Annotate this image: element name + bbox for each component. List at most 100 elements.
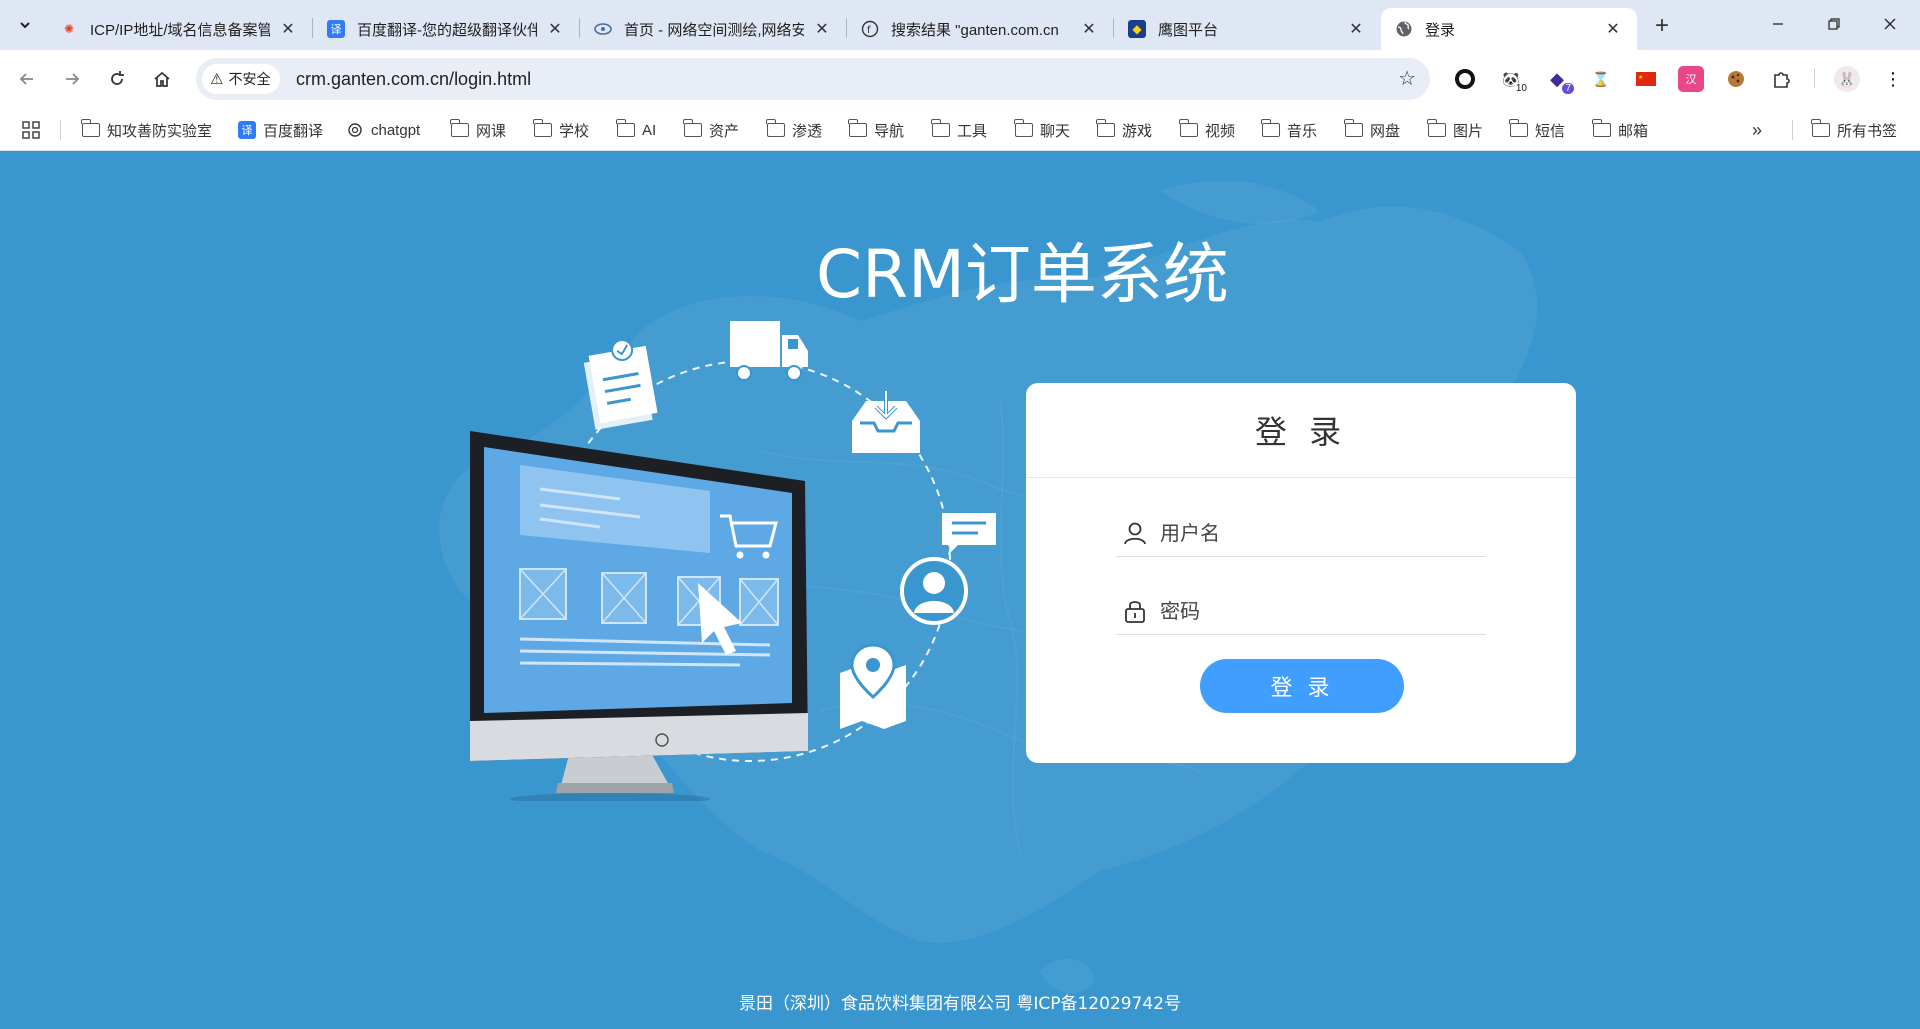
login-card: 登 录 登 录 [1026, 383, 1576, 763]
icp-icon: ✺ [63, 22, 75, 36]
tab-cyberspace[interactable]: 首页 - 网络空间测绘,网络安 ✕ [580, 8, 846, 50]
bookmark-item[interactable]: 渗透 [766, 118, 823, 142]
bookmark-star-icon[interactable]: ☆ [1398, 66, 1416, 91]
bookmark-label: 音乐 [1287, 122, 1318, 140]
username-input[interactable] [1160, 520, 1486, 545]
close-icon[interactable]: ✕ [1346, 19, 1366, 39]
bookmark-item[interactable]: 视频 [1179, 118, 1235, 142]
bookmark-divider [1792, 120, 1793, 140]
bookmark-label: 资产 [709, 122, 740, 140]
login-button[interactable]: 登 录 [1200, 659, 1404, 713]
password-input[interactable] [1160, 598, 1486, 623]
bookmark-label: 渗透 [792, 122, 823, 140]
folder-icon [1344, 119, 1363, 138]
extension-panda-icon[interactable]: 🐼 10 [1498, 66, 1528, 94]
tab-hawk[interactable]: ◆ 鹰图平台 ✕ [1114, 8, 1380, 50]
close-icon[interactable]: ✕ [278, 19, 298, 39]
bookmark-label: 游戏 [1122, 122, 1153, 140]
new-tab-button[interactable]: + [1648, 12, 1676, 40]
folder-icon [766, 119, 785, 138]
close-icon[interactable]: ✕ [812, 19, 832, 39]
reload-button[interactable] [100, 62, 134, 96]
hawk-icon: ◆ [1128, 20, 1146, 38]
address-bar[interactable]: ⚠ 不安全 crm.ganten.com.cn/login.html ☆ [196, 58, 1430, 100]
bookmark-item[interactable]: 知攻善防实验室 [81, 118, 212, 142]
bookmark-item[interactable]: 音乐 [1261, 118, 1318, 142]
browser-toolbar: ⚠ 不安全 crm.ganten.com.cn/login.html ☆ 🐼 1… [0, 50, 1920, 108]
bookmark-item[interactable]: 译百度翻译 [238, 118, 323, 142]
all-bookmarks-label: 所有书签 [1837, 122, 1898, 140]
restore-icon [1828, 18, 1840, 30]
forward-button[interactable] [55, 62, 89, 96]
eye-icon [594, 20, 612, 38]
bookmark-item[interactable]: 邮箱 [1592, 118, 1648, 142]
apps-grid-icon [22, 121, 40, 139]
bookmarks-bar: 知攻善防实验室 译百度翻译 chatgpt 网课 学校 AI 资产 渗透 导航 … [0, 108, 1920, 151]
extension-cookie-icon[interactable] [1723, 66, 1749, 92]
bookmark-item[interactable]: 聊天 [1014, 118, 1070, 142]
close-icon[interactable]: ✕ [1603, 19, 1623, 39]
tab-search-results[interactable]: f 搜索结果 "ganten.com.cn ✕ [847, 8, 1113, 50]
tab-title: ICP/IP地址/域名信息备案管 [90, 21, 270, 39]
tab-login[interactable]: 登录 ✕ [1381, 8, 1637, 50]
extension-circle-icon[interactable] [1452, 66, 1478, 92]
bookmarks-overflow-button[interactable]: » [1752, 118, 1762, 142]
bookmark-item[interactable]: 短信 [1509, 118, 1565, 142]
close-icon [1884, 18, 1896, 30]
bookmark-label: AI [642, 121, 657, 139]
translate-icon: 译 [327, 20, 345, 38]
toolbar-divider [1814, 68, 1815, 88]
extension-hourglass-icon[interactable]: ⌛ [1588, 66, 1614, 92]
bookmark-item[interactable]: 导航 [848, 118, 904, 142]
url-text[interactable]: crm.ganten.com.cn/login.html [296, 69, 531, 90]
extension-badge: 10 [1514, 83, 1528, 94]
arrow-left-icon [19, 73, 33, 85]
menu-kebab-icon[interactable]: ⋮ [1880, 66, 1906, 92]
bookmark-label: 学校 [559, 122, 590, 140]
minimize-button[interactable] [1750, 0, 1806, 48]
bookmark-item[interactable]: 资产 [683, 118, 740, 142]
page-title: CRM订单系统 [816, 236, 1229, 313]
username-field[interactable] [1116, 509, 1486, 557]
extension-cap-icon[interactable]: ◆ 7 [1544, 66, 1574, 94]
lock-icon [1125, 600, 1145, 623]
password-field[interactable] [1116, 587, 1486, 635]
bookmark-item[interactable]: 学校 [533, 118, 590, 142]
tab-search-dropdown[interactable] [10, 12, 40, 38]
folder-icon [533, 119, 552, 138]
bookmark-item[interactable]: 游戏 [1096, 118, 1153, 142]
back-button[interactable] [10, 62, 44, 96]
tab-title: 首页 - 网络空间测绘,网络安 [624, 21, 804, 39]
bookmark-item[interactable]: 图片 [1427, 118, 1483, 142]
warning-icon: ⚠ [210, 71, 224, 88]
footer-copyright: 景田（深圳）食品饮料集团有限公司 粤ICP备12029742号 [738, 994, 1182, 1014]
close-icon[interactable]: ✕ [545, 19, 565, 39]
all-bookmarks-button[interactable]: 所有书签 [1811, 118, 1898, 142]
tab-baidu-translate[interactable]: 译 百度翻译-您的超级翻译伙伴 ✕ [313, 8, 579, 50]
home-button[interactable] [145, 62, 179, 96]
extensions-puzzle-icon[interactable] [1768, 66, 1794, 92]
extension-flag-icon[interactable]: ★ [1633, 66, 1659, 92]
close-window-button[interactable] [1862, 0, 1918, 48]
folder-icon [1096, 119, 1115, 138]
bookmark-item[interactable]: AI [616, 118, 657, 142]
close-icon[interactable]: ✕ [1079, 19, 1099, 39]
translate-icon: 译 [238, 121, 256, 139]
openai-icon [346, 122, 364, 138]
restore-button[interactable] [1806, 0, 1862, 48]
extension-pink-icon[interactable]: 汉 [1678, 66, 1704, 92]
bookmark-item[interactable]: 网课 [450, 118, 506, 142]
arrow-right-icon [66, 73, 80, 85]
apps-button[interactable] [22, 118, 40, 142]
folder-icon [848, 119, 867, 138]
tab-icp[interactable]: ✺ ICP/IP地址/域名信息备案管 ✕ [46, 8, 312, 50]
bookmark-item[interactable]: chatgpt [346, 118, 420, 142]
minimize-icon [1773, 23, 1783, 25]
double-chevron-right-icon: » [1752, 119, 1763, 140]
globe-icon [1395, 20, 1413, 38]
bookmark-item[interactable]: 网盘 [1344, 118, 1400, 142]
bookmark-divider [60, 120, 61, 140]
profile-avatar[interactable]: 🐰 [1834, 66, 1860, 92]
bookmark-item[interactable]: 工具 [931, 118, 987, 142]
security-chip[interactable]: ⚠ 不安全 [202, 64, 281, 94]
